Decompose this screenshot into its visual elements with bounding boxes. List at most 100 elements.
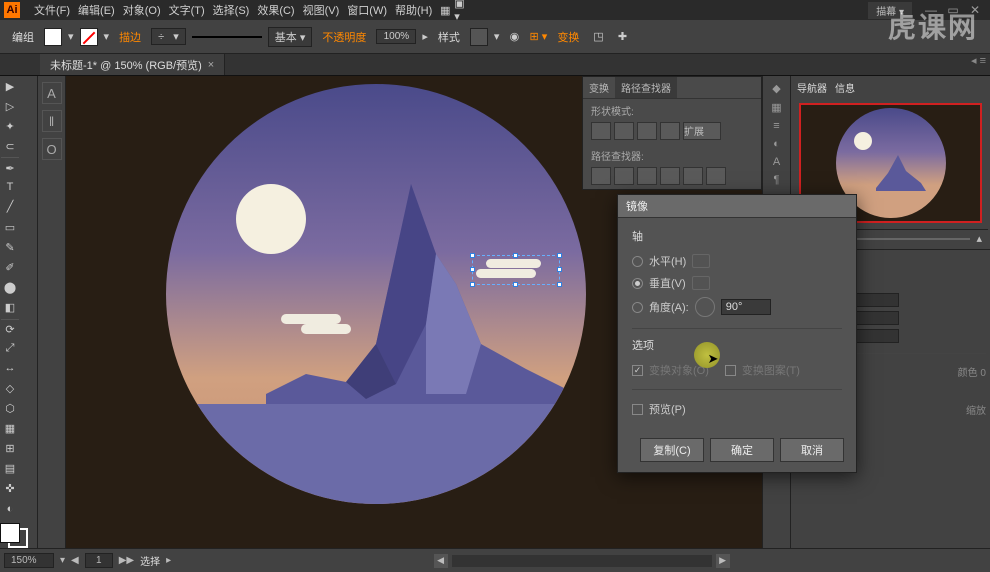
unite-button[interactable] [591, 122, 611, 140]
outline-button[interactable] [683, 167, 703, 185]
document-tab[interactable]: 未标题-1* @ 150% (RGB/预览) × [40, 54, 225, 75]
menu-effect[interactable]: 效果(C) [253, 0, 298, 20]
fill-swatch[interactable] [44, 28, 62, 46]
panel-icon-4[interactable]: ◐ [773, 138, 780, 150]
pen-tool[interactable]: ✒ [1, 157, 19, 175]
artboard-prev-icon[interactable]: ◀ [71, 555, 79, 566]
panel-icon-3[interactable]: ≡ [773, 120, 779, 132]
opacity-link[interactable]: 不透明度 [318, 29, 370, 45]
lasso-tool[interactable]: ⊂ [1, 137, 19, 155]
dialog-title[interactable]: 镜像 [618, 195, 856, 218]
style-label[interactable]: 样式 [434, 29, 464, 45]
edit-icon[interactable]: ✚ [613, 28, 631, 46]
minus-front-button[interactable] [614, 122, 634, 140]
win-close-button[interactable]: ✕ [964, 2, 986, 18]
blob-tool[interactable]: ⬤ [1, 278, 19, 296]
align-icon[interactable]: ⊞ ▾ [529, 28, 547, 46]
direct-select-tool[interactable]: ▷ [1, 97, 19, 115]
angle-input[interactable] [721, 299, 771, 315]
divide-button[interactable] [591, 167, 611, 185]
menu-edit[interactable]: 编辑(E) [74, 0, 119, 20]
pathfinder-tab-pathfinder[interactable]: 路径查找器 [615, 77, 677, 98]
artboard-num[interactable]: 1 [85, 553, 113, 568]
transform-link[interactable]: 变换 [553, 29, 583, 45]
scale-tool[interactable]: ⤢ [1, 339, 19, 357]
rect-tool[interactable]: ▭ [1, 218, 19, 236]
menu-file[interactable]: 文件(F) [30, 0, 74, 20]
chk-transform-object[interactable] [632, 365, 643, 376]
intersect-button[interactable] [637, 122, 657, 140]
zoom-value[interactable]: 150% [4, 553, 54, 568]
copy-button[interactable]: 复制(C) [640, 438, 704, 462]
cloud-selected[interactable] [476, 259, 556, 281]
tab-close-icon[interactable]: × [208, 59, 214, 71]
eraser-tool[interactable]: ◧ [1, 298, 19, 316]
radio-horizontal[interactable] [632, 256, 643, 267]
gradient-tool[interactable]: ▤ [1, 460, 19, 478]
opacity-value[interactable]: 100% [376, 29, 416, 44]
isolate-icon[interactable]: ◳ [589, 28, 607, 46]
panel-icon-6[interactable]: ¶ [774, 174, 780, 186]
ok-button[interactable]: 确定 [710, 438, 774, 462]
minus-back-button[interactable] [706, 167, 726, 185]
menu-select[interactable]: 选择(S) [209, 0, 254, 20]
zoom-in-icon[interactable]: ▴ [976, 232, 982, 245]
perspective-tool[interactable]: ▦ [1, 419, 19, 437]
type-variant-a[interactable]: A [42, 82, 62, 104]
search-dropdown[interactable]: 描幕 ▾ [868, 2, 912, 19]
type-variant-b[interactable]: ‖ [42, 110, 62, 132]
stroke-link[interactable]: 描边 [115, 29, 145, 45]
menu-layout-icon[interactable]: ▣ ▾ [454, 1, 472, 19]
win-max-button[interactable]: ▭ [942, 2, 964, 18]
free-transform-tool[interactable]: ◇ [1, 379, 19, 397]
panel-icon-2[interactable]: ▦ [771, 101, 781, 114]
pathfinder-tab-transform[interactable]: 变换 [583, 77, 615, 98]
pencil-tool[interactable]: ✐ [1, 258, 19, 276]
panel-icon-5[interactable]: A [773, 156, 780, 168]
style-swatch[interactable] [470, 28, 488, 46]
info-tab[interactable]: 信息 [835, 80, 855, 95]
expand-button[interactable]: 扩展 [683, 122, 721, 140]
radio-vertical[interactable] [632, 278, 643, 289]
width-tool[interactable]: ↔ [1, 359, 19, 377]
eyedropper-tool[interactable]: ✜ [1, 480, 19, 498]
type-tool[interactable]: T [1, 178, 19, 196]
fill-stroke-swatches[interactable] [0, 523, 28, 548]
shape-builder-tool[interactable]: ⬡ [1, 399, 19, 417]
type-variant-c[interactable]: O [42, 138, 62, 160]
menu-object[interactable]: 对象(O) [119, 0, 165, 20]
scroll-left-icon[interactable]: ◀ [434, 554, 448, 568]
pathfinder-panel[interactable]: 变换 路径查找器 形状模式: 扩展 路径查找器: [582, 76, 762, 190]
crop-button[interactable] [660, 167, 680, 185]
panel-icon-1[interactable]: ◆ [772, 82, 780, 95]
navigator-tab[interactable]: 导航器 [797, 80, 827, 95]
menu-help[interactable]: 帮助(H) [391, 0, 436, 20]
radio-angle[interactable] [632, 302, 643, 313]
merge-button[interactable] [637, 167, 657, 185]
scroll-right-icon[interactable]: ▶ [716, 554, 730, 568]
magic-wand-tool[interactable]: ✦ [1, 117, 19, 135]
brush-tool[interactable]: ✎ [1, 238, 19, 256]
menu-type[interactable]: 文字(T) [165, 0, 209, 20]
trim-button[interactable] [614, 167, 634, 185]
tab-menu-icon[interactable]: ◂ ≡ [971, 54, 986, 75]
blend-tool[interactable]: ◐ [1, 500, 19, 518]
stroke-swatch[interactable] [80, 28, 98, 46]
recolor-icon[interactable]: ◉ [505, 28, 523, 46]
stroke-weight[interactable]: ÷ ▾ [151, 28, 186, 45]
menu-view[interactable]: 视图(V) [299, 0, 344, 20]
rotate-tool[interactable]: ⟳ [1, 319, 19, 337]
angle-dial[interactable] [695, 297, 715, 317]
exclude-button[interactable] [660, 122, 680, 140]
chk-transform-pattern[interactable] [725, 365, 736, 376]
menu-window[interactable]: 窗口(W) [343, 0, 391, 20]
scale-link[interactable]: 缩放 [966, 402, 986, 417]
selection-tool[interactable]: ▶ [1, 77, 19, 95]
line-tool[interactable]: ╱ [1, 198, 19, 216]
cancel-button[interactable]: 取消 [780, 438, 844, 462]
mesh-tool[interactable]: ⊞ [1, 439, 19, 457]
h-scrollbar[interactable] [452, 555, 712, 567]
brush-select[interactable]: 基本 ▾ [268, 27, 313, 47]
chk-preview[interactable] [632, 404, 643, 415]
menu-extras-icon[interactable]: ▦ [436, 1, 454, 19]
